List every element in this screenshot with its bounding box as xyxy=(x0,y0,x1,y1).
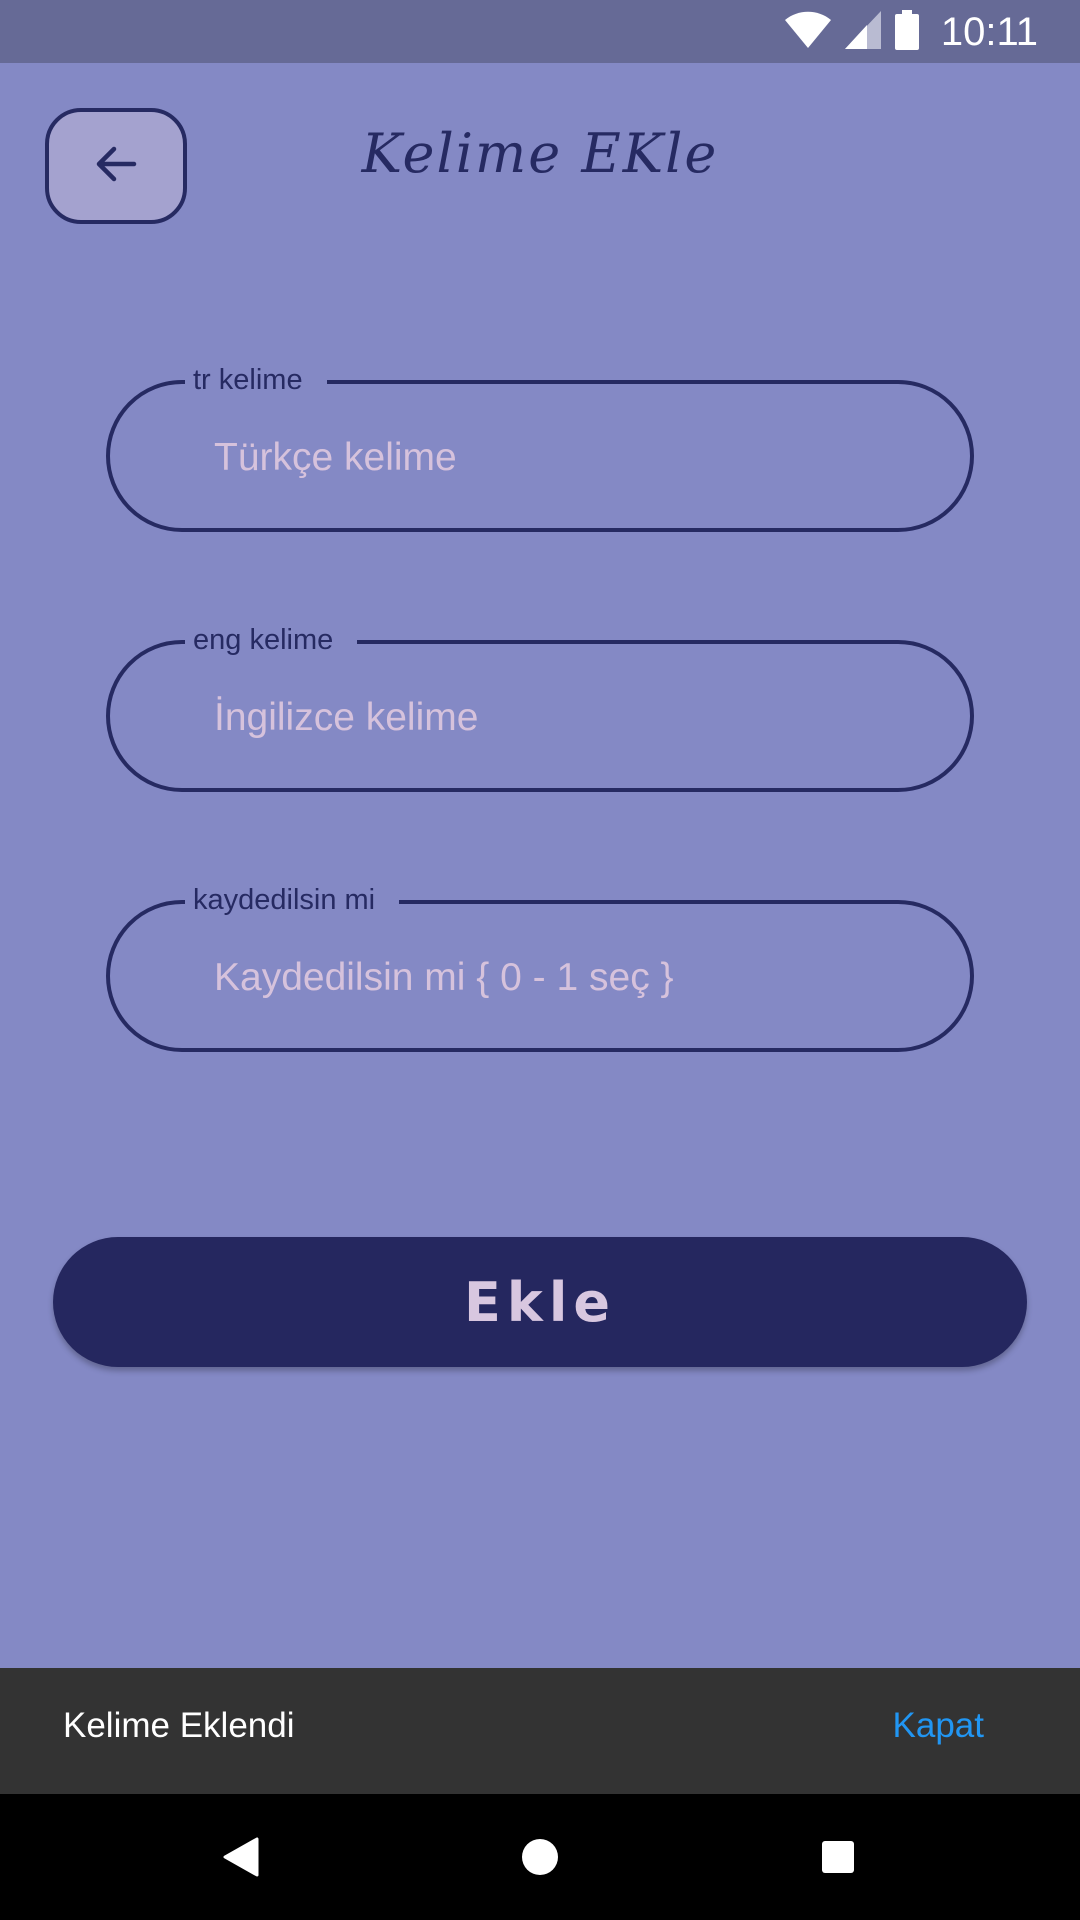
snackbar-close-button[interactable]: Kapat xyxy=(893,1706,984,1746)
status-time: 10:11 xyxy=(940,9,1038,54)
status-bar: 10:11 xyxy=(0,0,1080,63)
wifi-icon xyxy=(784,11,831,54)
back-triangle-icon[interactable] xyxy=(216,1832,266,1882)
tr-word-label: tr kelime xyxy=(185,358,327,402)
eng-word-label: eng kelime xyxy=(185,618,358,662)
add-word-button[interactable]: Ekle xyxy=(53,1237,1027,1367)
tr-word-input[interactable] xyxy=(214,418,914,498)
system-nav-bar xyxy=(0,1794,1080,1920)
snackbar-message: Kelime Eklendi xyxy=(63,1706,295,1745)
home-circle-icon[interactable] xyxy=(515,1832,565,1882)
snackbar: Kelime Eklendi Kapat xyxy=(0,1668,1080,1794)
add-word-button-label: Ekle xyxy=(464,1270,616,1334)
cell-signal-icon xyxy=(844,10,881,54)
eng-word-field[interactable]: eng kelime xyxy=(106,618,974,792)
battery-icon xyxy=(894,9,919,55)
status-icons: 10:11 xyxy=(784,8,1038,56)
save-flag-input[interactable] xyxy=(214,938,914,1018)
save-flag-label: kaydedilsin mi xyxy=(185,878,400,922)
eng-word-input[interactable] xyxy=(214,678,914,758)
tr-word-field[interactable]: tr kelime xyxy=(106,358,974,532)
save-flag-field[interactable]: kaydedilsin mi xyxy=(106,878,974,1052)
app-screen: 10:11 Kelime EKle tr kelime eng kelime k… xyxy=(0,0,1080,1920)
recents-square-icon[interactable] xyxy=(813,1832,863,1882)
page-title: Kelime EKle xyxy=(361,122,719,185)
